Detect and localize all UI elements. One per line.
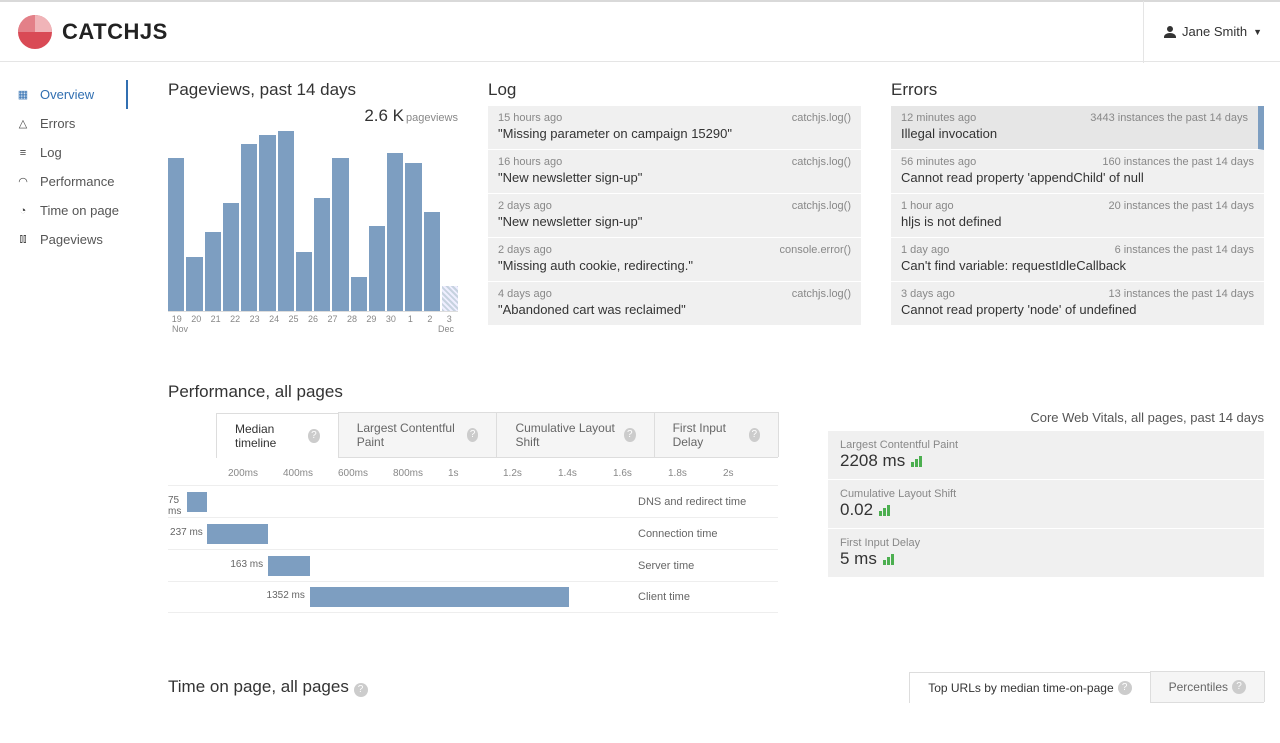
pv-bar-today[interactable]: [442, 286, 458, 311]
sidebar-item-performance[interactable]: ◠Performance: [0, 167, 128, 196]
pageviews-title: Pageviews, past 14 days: [168, 80, 458, 100]
help-icon[interactable]: ?: [1232, 680, 1246, 694]
pv-bar[interactable]: [369, 226, 385, 311]
pv-bar[interactable]: [405, 163, 421, 311]
tri-icon: △: [16, 117, 30, 130]
pv-bar[interactable]: [259, 135, 275, 311]
pv-bar[interactable]: [278, 131, 294, 311]
pv-bar[interactable]: [241, 144, 257, 311]
list-item[interactable]: 3 days ago13 instances the past 14 daysC…: [891, 282, 1264, 326]
list-item[interactable]: 4 days agocatchjs.log()"Abandoned cart w…: [488, 282, 861, 326]
list-item[interactable]: 12 minutes ago3443 instances the past 14…: [891, 106, 1264, 150]
grid-icon: ▦: [16, 88, 30, 101]
list-item[interactable]: 1 day ago6 instances the past 14 daysCan…: [891, 238, 1264, 282]
tab-first-input-delay[interactable]: First Input Delay ?: [654, 412, 779, 457]
list-item[interactable]: 2 days agocatchjs.log()"New newsletter s…: [488, 194, 861, 238]
cwv-title: Core Web Vitals, all pages, past 14 days: [828, 410, 1264, 425]
sidebar-item-time-on-page[interactable]: ◔Time on page: [0, 196, 128, 225]
log-title: Log: [488, 80, 861, 100]
list-item[interactable]: 56 minutes ago160 instances the past 14 …: [891, 150, 1264, 194]
pageviews-chart[interactable]: [168, 132, 458, 312]
help-icon[interactable]: ?: [1118, 681, 1132, 695]
clock-icon: ◔: [16, 205, 30, 217]
cwv-card[interactable]: Cumulative Layout Shift0.02: [828, 480, 1264, 529]
lines-icon: ≡: [16, 147, 30, 159]
pv-bar[interactable]: [205, 232, 221, 311]
logo-icon: [18, 15, 52, 49]
tab-cumulative-layout-shift[interactable]: Cumulative Layout Shift ?: [496, 412, 654, 457]
gauge-icon: ◠: [16, 175, 30, 188]
timeline-row[interactable]: 1352 msClient time: [168, 581, 778, 613]
brand[interactable]: CATCHJS: [18, 15, 168, 49]
timeline-row[interactable]: 163 msServer time: [168, 549, 778, 581]
help-icon[interactable]: ?: [624, 428, 636, 442]
list-item[interactable]: 2 days agoconsole.error()"Missing auth c…: [488, 238, 861, 282]
pv-bar[interactable]: [296, 252, 312, 311]
sidebar-item-errors[interactable]: △Errors: [0, 109, 128, 138]
user-icon: [1164, 26, 1176, 38]
help-icon[interactable]: ?: [467, 428, 479, 442]
tab-percentiles[interactable]: Percentiles ?: [1150, 671, 1265, 702]
pv-bar[interactable]: [332, 158, 348, 311]
help-icon[interactable]: ?: [308, 429, 320, 443]
tab-top-urls-by-median-time-on-page[interactable]: Top URLs by median time-on-page ?: [909, 672, 1150, 703]
timeline-row[interactable]: 237 msConnection time: [168, 517, 778, 549]
pv-bar[interactable]: [223, 203, 239, 311]
pv-bar[interactable]: [351, 277, 367, 311]
pv-bar[interactable]: [168, 158, 184, 311]
sidebar-item-pageviews[interactable]: ⫾⫾Pageviews: [0, 225, 128, 254]
bars-icon: ⫾⫾: [16, 233, 30, 246]
pv-bar[interactable]: [424, 212, 440, 311]
top-title: Time on page, all pages ?: [168, 677, 368, 697]
pageviews-total: 2.6 Kpageviews: [168, 106, 458, 126]
help-icon[interactable]: ?: [354, 683, 368, 697]
tab-median-timeline[interactable]: Median timeline ?: [216, 413, 339, 458]
timeline-row[interactable]: 75 msDNS and redirect time: [168, 485, 778, 517]
sidebar-item-log[interactable]: ≡Log: [0, 138, 128, 167]
cwv-card[interactable]: First Input Delay5 ms: [828, 529, 1264, 578]
signal-icon: [879, 505, 890, 516]
list-item[interactable]: 15 hours agocatchjs.log()"Missing parame…: [488, 106, 861, 150]
pv-bar[interactable]: [314, 198, 330, 311]
sidebar-item-overview[interactable]: ▦Overview: [0, 80, 128, 109]
pv-bar[interactable]: [387, 153, 403, 311]
signal-icon: [883, 554, 894, 565]
user-menu[interactable]: Jane Smith ▼: [1143, 1, 1262, 63]
perf-title: Performance, all pages: [168, 382, 778, 402]
caret-down-icon: ▼: [1253, 27, 1262, 37]
signal-icon: [911, 456, 922, 467]
list-item[interactable]: 16 hours agocatchjs.log()"New newsletter…: [488, 150, 861, 194]
cwv-card[interactable]: Largest Contentful Paint2208 ms: [828, 431, 1264, 480]
help-icon[interactable]: ?: [749, 428, 761, 442]
brand-name: CATCHJS: [62, 19, 168, 45]
tab-largest-contentful-paint[interactable]: Largest Contentful Paint ?: [338, 412, 498, 457]
user-name: Jane Smith: [1182, 24, 1247, 39]
pv-bar[interactable]: [186, 257, 202, 311]
errors-title: Errors: [891, 80, 1264, 100]
list-item[interactable]: 1 hour ago20 instances the past 14 daysh…: [891, 194, 1264, 238]
sidebar: ▦Overview△Errors≡Log◠Performance◔Time on…: [0, 62, 128, 743]
